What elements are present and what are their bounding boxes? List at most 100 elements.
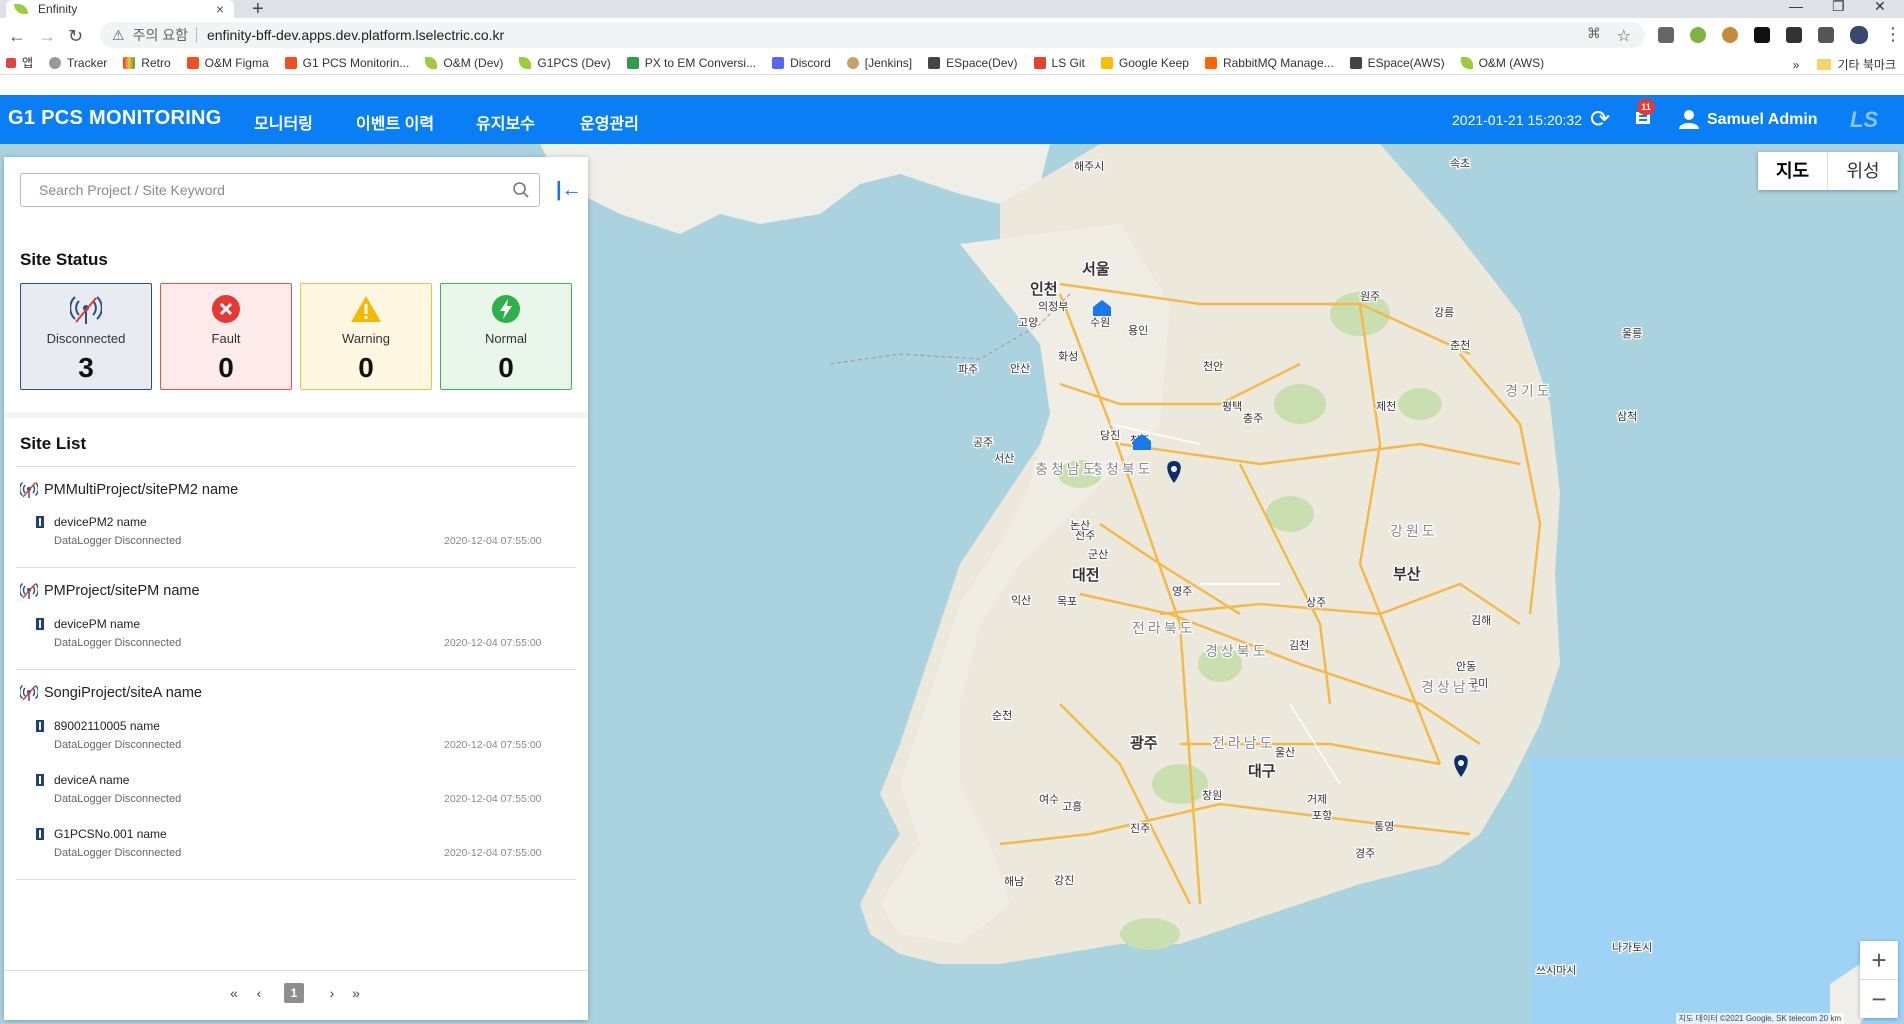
collapse-panel-icon[interactable]: |← [556,179,582,202]
gitlab-icon [1033,56,1046,69]
bookmark-item[interactable]: RabbitMQ Manage... [1204,56,1334,70]
next-page-button[interactable]: › [322,983,342,1003]
map-city-label: 고양 [1018,316,1038,329]
map-city-label: 강릉 [1434,306,1454,319]
rabbitmq-icon [1204,56,1217,69]
status-card-normal[interactable]: Normal 0 [440,283,572,390]
bookmark-item[interactable]: Discord [772,56,831,70]
map-city-label: 익산 [1011,594,1031,607]
restore-icon[interactable]: ❐ [1832,0,1845,15]
site-title[interactable]: PMProject/sitePM name [20,582,200,600]
address-bar[interactable]: ⚠ 주의 요함 enfinity-bff-dev.apps.dev.platfo… [100,22,1645,48]
device-name: 89002110005 name [54,719,160,733]
device-name-row: devicePM2 name [36,515,147,529]
device-name-row: deviceA name [36,773,129,787]
bookmark-item[interactable]: ESpace(AWS) [1349,56,1445,70]
map-city-label: 포항 [1312,809,1332,822]
user-name[interactable]: Samuel Admin [1707,111,1818,129]
android-icon[interactable] [1690,27,1706,43]
status-card-warning[interactable]: Warning 0 [300,283,432,390]
map-city-label: 의정부 [1038,300,1068,313]
last-page-button[interactable]: » [346,983,366,1003]
antenna-icon [20,582,38,599]
zoom-out-button[interactable]: − [1860,980,1898,1018]
notification-badge: 11 [1637,99,1655,115]
minimize-icon[interactable]: — [1789,0,1803,14]
first-page-button[interactable]: « [224,983,244,1003]
bookmark-item[interactable]: O&M Figma [186,56,269,70]
device-status: DataLogger Disconnected [54,637,182,649]
jb-icon[interactable] [1754,27,1770,43]
back-icon[interactable]: ← [8,26,26,47]
extension-icon[interactable] [1658,27,1674,43]
folder-icon [1817,59,1832,70]
antenna-icon [20,481,38,498]
menu-event-history[interactable]: 이벤트 이력 [356,110,434,134]
status-label: Disconnected [46,331,126,346]
status-label: Fault [211,331,241,346]
status-card-fault[interactable]: Fault 0 [160,283,292,390]
bookmark-star-icon[interactable]: ☆ [1617,26,1631,46]
divider [16,567,576,568]
refresh-icon[interactable]: ⟳ [1590,105,1610,134]
espace-icon [1349,56,1362,69]
puzzle-icon[interactable] [1818,27,1834,43]
map-city-label: 인천 [1030,280,1058,298]
bookmark-item[interactable]: O&M (Dev) [425,56,503,70]
map-city-label: 수원 [1090,316,1110,329]
forward-icon[interactable]: → [38,26,56,47]
bookmark-item[interactable]: ESpace(Dev) [928,56,1018,70]
bookmark-item[interactable]: Tracker [49,56,107,70]
menu-maintenance[interactable]: 유지보수 [476,110,535,134]
current-page[interactable]: 1 [284,983,304,1003]
map-city-label: 대구 [1248,762,1276,780]
site-title[interactable]: PMMultiProject/sitePM2 name [20,481,238,499]
site-title[interactable]: SongiProject/siteA name [20,684,202,702]
map-city-label: 제천 [1376,399,1396,413]
site-panel: |← Site Status Disconnected 3 Fault 0 [4,157,588,1020]
cookie-icon[interactable] [1722,27,1738,43]
menu-kebab-icon[interactable]: ⋮ [1884,24,1902,45]
profile-avatar[interactable] [1850,26,1868,44]
bookmark-item[interactable]: [Jenkins] [846,56,912,70]
map-type-map-button[interactable]: 지도 [1758,152,1828,190]
map-type-satellite-button[interactable]: 위성 [1828,152,1898,190]
map-city-label: 해주시 [1074,159,1104,173]
bookmark-item[interactable]: G1 PCS Monitorin... [284,56,409,70]
bookmark-item[interactable]: G1PCS (Dev) [519,56,611,70]
overflow-chevron-icon[interactable]: » [1793,58,1800,72]
bookmark-item[interactable]: PX to EM Conversi... [626,56,756,70]
close-tab-icon[interactable]: × [216,1,224,17]
bookmark-item[interactable]: LS Git [1033,56,1085,70]
menu-operation[interactable]: 운영관리 [580,110,639,134]
status-card-disconnected[interactable]: Disconnected 3 [20,283,152,390]
search-icon[interactable] [512,181,530,199]
bookmark-item[interactable]: Retro [123,56,171,70]
map-city-label: 광주 [1130,734,1158,752]
bookmark-item[interactable]: Google Keep [1100,56,1189,70]
map-city-label: 통영 [1374,820,1394,833]
site-name: PMMultiProject/sitePM2 name [44,482,239,498]
fault-x-icon [212,295,240,323]
prev-page-button[interactable]: ‹ [249,983,269,1003]
search-input[interactable] [20,173,540,207]
map-city-label: 용인 [1128,324,1148,337]
leaf-icon [1460,56,1473,69]
map-city-label: 파주 [958,363,978,376]
translate-icon[interactable]: ⌘ [1587,25,1601,42]
map-city-label: 영주 [1172,585,1192,598]
app-brand[interactable]: G1 PCS MONITORING [8,107,222,130]
other-bookmarks[interactable]: » 기타 북마크 [1793,56,1896,73]
device-timestamp: 2020-12-04 07:55:00 [444,793,542,805]
close-window-icon[interactable]: ✕ [1874,0,1886,15]
map-city-label: 대전 [1072,566,1100,584]
cube-icon[interactable] [1786,27,1802,43]
zoom-in-button[interactable]: + [1860,941,1898,979]
map-city-label: 전라북도 [1132,621,1196,637]
espace-icon [928,56,941,69]
bookmark-item[interactable]: O&M (AWS) [1460,56,1544,70]
bookmark-apps[interactable]: 앱 [6,54,33,71]
reload-icon[interactable]: ↻ [68,26,83,47]
menu-monitoring[interactable]: 모니터링 [254,110,313,134]
browser-tab[interactable]: Enfinity × [6,0,234,18]
